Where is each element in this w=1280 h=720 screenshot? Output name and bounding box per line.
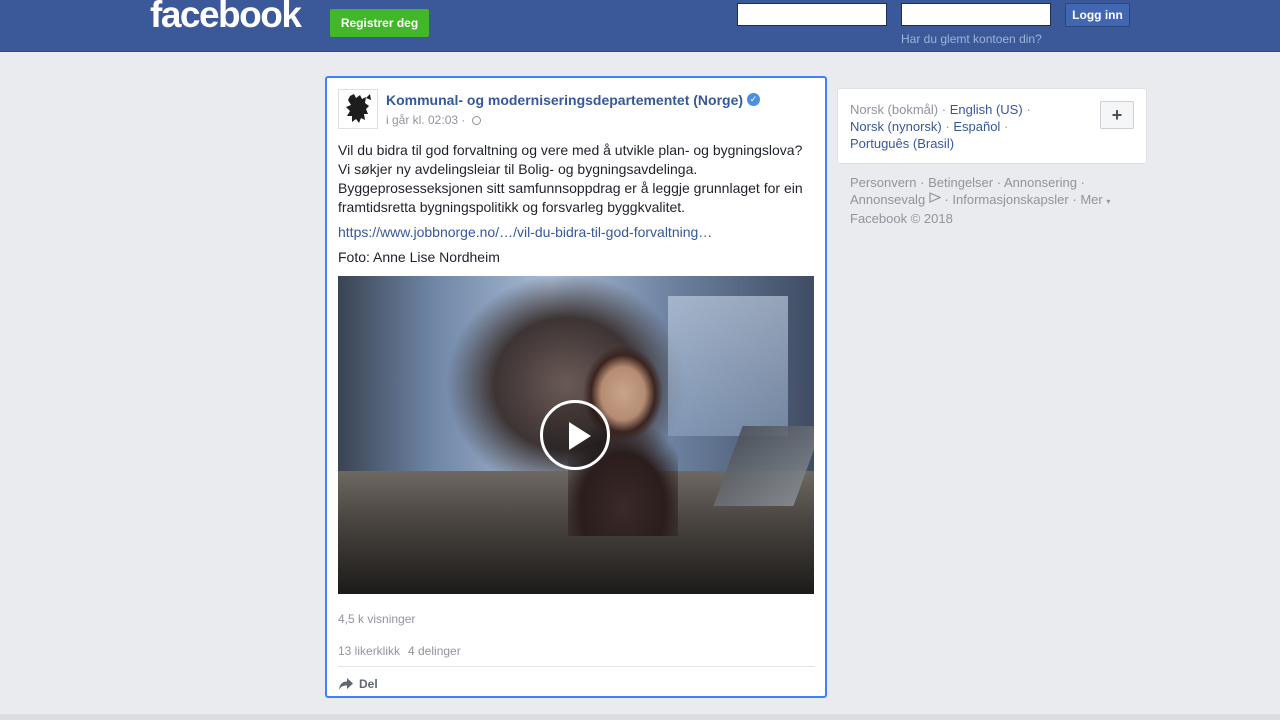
separator: ·	[1026, 102, 1031, 117]
language-portugues-brasil[interactable]: Português (Brasil)	[850, 136, 954, 151]
footer-link-more[interactable]: Mer	[1080, 192, 1102, 207]
language-norsk-nynorsk[interactable]: Norsk (nynorsk)	[850, 119, 942, 134]
forgot-account-link[interactable]: Har du glemt kontoen din?	[901, 32, 1042, 46]
separator: ·	[996, 175, 1002, 190]
footer-link-ad-choices[interactable]: Annonsevalg	[850, 192, 925, 207]
separator: ·	[944, 192, 949, 207]
share-button[interactable]: Del	[338, 675, 378, 693]
ad-choices-icon	[929, 192, 942, 203]
play-button-icon[interactable]	[540, 400, 610, 470]
separator: ·	[941, 102, 947, 117]
language-selector-box: Norsk (bokmål) · English (US) · Norsk (n…	[837, 88, 1147, 164]
play-triangle-icon	[569, 422, 591, 450]
share-count[interactable]: 4 delinger	[408, 644, 461, 658]
post-message: Vil du bidra til god forvaltning og vere…	[338, 141, 813, 217]
footer-link-advertising[interactable]: Annonsering	[1004, 175, 1077, 190]
current-language: Norsk (bokmål)	[850, 102, 939, 117]
video-frame-window	[668, 296, 788, 436]
password-field[interactable]	[901, 3, 1051, 26]
verified-badge-icon: ✓	[747, 93, 760, 106]
norway-lion-icon	[346, 94, 371, 123]
separator: ·	[1003, 119, 1009, 134]
page-name-link[interactable]: Kommunal- og moderniseringsdepartementet…	[386, 92, 743, 108]
separator: ·	[920, 175, 925, 190]
footer-links: Personvern · Betingelser · Annonsering ·…	[850, 174, 1140, 227]
action-divider	[338, 666, 815, 667]
bottom-bar	[0, 714, 1280, 720]
facebook-logo[interactable]: facebook	[150, 0, 302, 36]
language-line: Norsk (bokmål) · English (US) ·	[850, 102, 1031, 117]
view-count: 4,5 k visninger	[338, 612, 416, 626]
share-label: Del	[359, 677, 378, 691]
top-bar: facebook Registrer deg Logg inn Har du g…	[0, 0, 1280, 52]
more-languages-button[interactable]: +	[1100, 101, 1134, 129]
email-field[interactable]	[737, 3, 887, 26]
page-avatar[interactable]	[338, 89, 378, 129]
footer-link-terms[interactable]: Betingelser	[928, 175, 993, 190]
separator: ·	[1072, 192, 1077, 207]
share-arrow-icon	[339, 678, 353, 690]
video-player[interactable]	[338, 276, 814, 594]
message-line: Vil du bidra til god forvaltning og vere…	[338, 142, 803, 158]
post-timestamp[interactable]: i går kl. 02:03 ·	[386, 113, 481, 127]
separator: ·	[1080, 175, 1085, 190]
chevron-down-icon[interactable]: ▾	[1106, 197, 1110, 206]
message-line: Vi søkjer ny avdelingsleiar til Bolig- o…	[338, 161, 698, 177]
post-card: Kommunal- og moderniseringsdepartementet…	[325, 76, 827, 698]
photo-credit: Foto: Anne Lise Nordheim	[338, 249, 500, 265]
footer-link-privacy[interactable]: Personvern	[850, 175, 916, 190]
separator: ·	[945, 119, 950, 134]
timestamp-text: i går kl. 02:03 ·	[386, 113, 466, 127]
language-line: Norsk (nynorsk) · Español ·	[850, 119, 1008, 134]
login-button[interactable]: Logg inn	[1065, 3, 1130, 27]
post-link[interactable]: https://www.jobbnorge.no/…/vil-du-bidra-…	[338, 224, 712, 240]
message-line: Byggeprosesseksjonen sitt samfunnsoppdra…	[338, 180, 803, 215]
footer-link-cookies[interactable]: Informasjonskapsler	[952, 192, 1068, 207]
globe-icon	[471, 116, 481, 125]
language-line: Português (Brasil)	[850, 136, 954, 151]
register-button[interactable]: Registrer deg	[330, 9, 429, 37]
language-espanol[interactable]: Español	[953, 119, 1000, 134]
copyright-text: Facebook © 2018	[850, 211, 953, 226]
like-count[interactable]: 13 likerklikk	[338, 644, 400, 658]
language-english-us[interactable]: English (US)	[950, 102, 1023, 117]
